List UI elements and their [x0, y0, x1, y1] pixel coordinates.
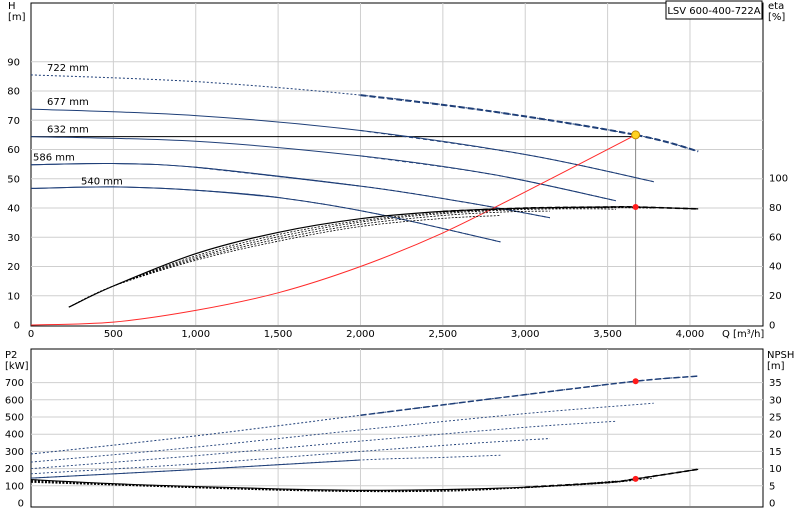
npsh-tick-label: 15	[769, 447, 782, 458]
x-tick-label: 3,500	[593, 329, 622, 340]
head-tick-label: 40	[7, 204, 20, 215]
x-tick-label: 500	[104, 329, 123, 340]
eta-tick-label: 40	[769, 262, 782, 273]
head-curve	[30, 136, 616, 202]
head-tick-label: 30	[7, 233, 20, 244]
p2-tick-label: 100	[5, 481, 24, 492]
p2-tick-label: 400	[5, 430, 24, 441]
head-tick-label: 0	[14, 321, 20, 332]
head-tick-label: 50	[7, 174, 20, 185]
head-tick-label: 60	[7, 145, 20, 156]
x-tick-label: 1,000	[181, 329, 210, 340]
head-tick-label: 70	[7, 116, 20, 127]
top-curves: 722 mm 677 mm 632 mm 586 mm 540 mm	[30, 63, 699, 326]
p2-axis-label: P2 [kW]	[5, 350, 29, 372]
efficiency-curve	[68, 210, 550, 308]
p2-tick-label: 0	[18, 499, 24, 510]
eta-tick-label: 100	[769, 174, 788, 185]
npsh-curve-thick	[525, 468, 699, 488]
pump-curve-chart: LSV 600-400-722A H [m] eta [%] P2 [kW] NPSH…	[0, 0, 800, 520]
npsh-tick-label: 30	[769, 395, 782, 406]
p2-tick-label: 200	[5, 464, 24, 475]
bottom-plot-frame	[30, 348, 764, 508]
npsh-tick-label: 35	[769, 378, 782, 389]
eta-tick-label: 80	[769, 203, 782, 214]
head-tick-label: 10	[7, 291, 20, 302]
npsh-tick-label: 0	[769, 499, 775, 510]
x-tick-label: 2,000	[346, 329, 375, 340]
efficiency-curve	[68, 207, 654, 308]
duty-point-power	[632, 378, 639, 385]
npsh-axis-label: NPSH [m]	[767, 350, 794, 372]
head-curve-solid	[30, 186, 279, 198]
head-curve-label: 677 mm	[47, 97, 89, 108]
head-curve-label: 586 mm	[33, 153, 75, 164]
duty-point-npsh	[632, 475, 639, 482]
head-curve-label: 722 mm	[47, 63, 89, 74]
npsh-tick-label: 20	[769, 430, 782, 441]
eta-tick-label: 60	[769, 232, 782, 243]
power-curve	[30, 402, 654, 463]
x-tick-label: 2,500	[429, 329, 458, 340]
eta-axis-label: eta [%]	[768, 1, 785, 23]
x-tick-label: 0	[28, 329, 34, 340]
head-tick-label: 20	[7, 262, 20, 273]
bottom-grid	[31, 349, 763, 506]
head-curve-label: 632 mm	[47, 125, 89, 136]
eta-tick-label: 20	[769, 291, 782, 302]
eta-tick-label: 0	[769, 321, 775, 332]
head-curve-dashed	[360, 130, 654, 183]
duty-point-efficiency	[632, 203, 639, 210]
p2-tick-label: 700	[5, 378, 24, 389]
efficiency-curve	[68, 208, 616, 308]
npsh-tick-label: 10	[769, 464, 782, 475]
chart-svg: LSV 600-400-722A H [m] eta [%] P2 [kW] NPSH…	[5, 0, 794, 510]
head-curve-722-thick	[360, 94, 699, 153]
head-tick-label: 90	[7, 57, 20, 68]
duty-point-head	[631, 130, 641, 140]
head-tick-label: 80	[7, 87, 20, 98]
npsh-tick-label: 5	[769, 481, 775, 492]
chart-title: LSV 600-400-722A	[667, 6, 760, 17]
efficiency-curve	[68, 215, 501, 308]
efficiency-curve	[68, 206, 699, 308]
npsh-tick-label: 25	[769, 413, 782, 424]
p2-tick-label: 300	[5, 447, 24, 458]
head-curve-label: 540 mm	[81, 176, 123, 187]
head-axis-label: H [m]	[8, 1, 26, 23]
x-tick-label: 4,000	[676, 329, 705, 340]
tick-labels: 0 500 1,000 1,500 2,000 2,500 3,000 3,500 4,0000…	[5, 57, 788, 509]
head-curve	[30, 74, 699, 152]
p2-tick-label: 500	[5, 413, 24, 424]
p2-tick-label: 600	[5, 395, 24, 406]
flow-axis-label: Q [m³/h]	[722, 329, 764, 340]
head-curve-dashed	[195, 189, 501, 243]
x-tick-label: 1,500	[264, 329, 293, 340]
x-tick-label: 3,000	[511, 329, 540, 340]
power-curve-thick	[360, 375, 699, 417]
